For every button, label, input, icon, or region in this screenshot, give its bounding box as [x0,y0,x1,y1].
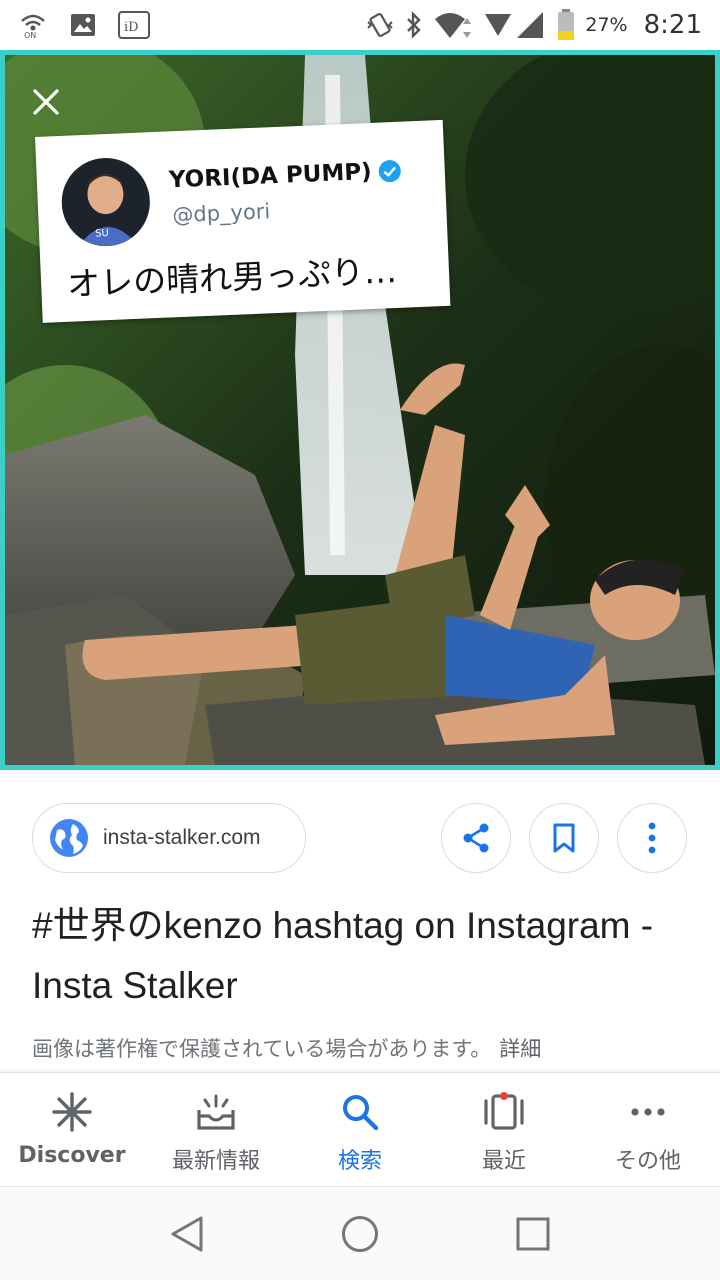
nav-more[interactable]: その他 [576,1073,720,1186]
more-options-button[interactable] [617,803,687,873]
details-link[interactable]: 詳細 [499,1037,541,1061]
asterisk-icon [52,1091,92,1133]
updates-tray-icon [195,1091,237,1133]
share-icon [463,823,489,853]
copyright-text: 画像は著作権で保護されている場合があります。 [32,1037,492,1061]
overview-button[interactable] [503,1204,563,1264]
image-viewer[interactable]: SU YORI(DA PUMP) @dp_yori オレの晴れ男っぷり… [0,50,720,770]
search-icon [340,1091,380,1133]
status-bar: ON iD 27% 8:21 [0,0,720,50]
back-button[interactable] [157,1204,217,1264]
battery-icon [557,9,575,41]
bluetooth-icon [405,11,423,39]
vibrate-icon [365,10,395,40]
nav-discover[interactable]: Discover [0,1073,144,1186]
battery-percent: 27% [585,14,628,36]
share-button[interactable] [441,803,511,873]
tweet-author-name: YORI(DA PUMP) [168,158,373,194]
more-vertical-icon [648,822,656,854]
svg-text:ON: ON [24,31,36,39]
tweet-text: オレの晴れ男っぷり… [66,250,398,304]
home-button[interactable] [330,1204,390,1264]
bottom-navigation: Discover 最新情報 検索 最近 その他 [0,1072,720,1186]
system-navigation [0,1186,720,1280]
more-horizontal-icon [630,1091,666,1133]
nav-label-discover: Discover [18,1143,126,1168]
nav-label-search: 検索 [337,1149,382,1174]
wifi-calling-icon: ON [18,11,48,39]
image-notification-icon [70,13,96,37]
recent-cards-icon [482,1091,526,1133]
svg-text:SU: SU [95,228,109,240]
cell-signal-icon [483,10,547,40]
nav-recent[interactable]: 最近 [432,1073,576,1186]
source-link[interactable]: insta-stalker.com [32,803,306,873]
close-button[interactable] [23,79,69,125]
avatar: SU [59,156,152,248]
back-triangle-icon [171,1216,203,1251]
globe-icon [49,818,89,858]
tweet-card: SU YORI(DA PUMP) @dp_yori オレの晴れ男っぷり… [35,119,451,323]
id-app-icon: iD [118,11,150,39]
verified-badge-icon [377,159,402,184]
source-domain: insta-stalker.com [103,826,261,849]
result-title[interactable]: #世界のkenzo hashtag on Instagram - Insta S… [32,896,692,1016]
tweet-handle: @dp_yori [171,199,271,228]
wifi-icon [433,10,473,40]
nav-label-more: その他 [614,1149,681,1174]
bookmark-icon [553,823,575,853]
nav-label-recent: 最近 [481,1149,526,1174]
clock: 8:21 [643,10,702,40]
screen: ON iD 27% 8:21 SU YORI(DA PUMP) @dp_yori… [0,0,720,1280]
copyright-notice: 画像は著作権で保護されている場合があります。 詳細 [32,1033,541,1063]
tweet-author: YORI(DA PUMP) [168,158,402,194]
nav-label-updates: 最新情報 [171,1149,260,1174]
nav-updates[interactable]: 最新情報 [144,1073,288,1186]
nav-search[interactable]: 検索 [288,1073,432,1186]
save-button[interactable] [529,803,599,873]
home-circle-icon [341,1215,378,1252]
close-icon [33,89,59,115]
overview-square-icon [516,1217,550,1250]
svg-text:iD: iD [124,20,139,35]
